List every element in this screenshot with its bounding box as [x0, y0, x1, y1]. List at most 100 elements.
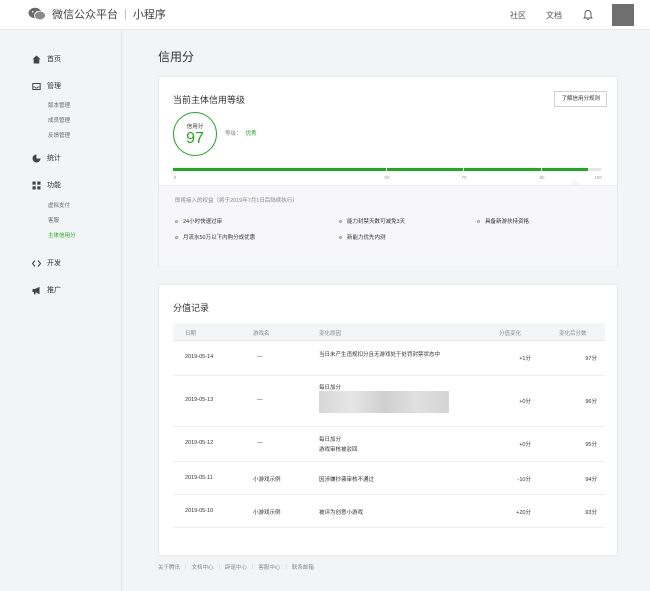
col-score: 变化后分数: [559, 331, 587, 337]
bell-icon[interactable]: [582, 9, 594, 21]
progress-tick: [386, 168, 387, 171]
community-link[interactable]: 社区: [510, 10, 526, 21]
benefit-item: 能力封禁天数可减免3天: [339, 217, 405, 225]
score-value: 97: [186, 130, 204, 147]
score-circle: 信用分 97: [173, 112, 217, 156]
cell-reason-2: 游戏审核被驳回: [319, 447, 358, 453]
blurred-content: [319, 391, 449, 413]
records-card-title: 分值记录: [173, 303, 210, 313]
sidebar-item-label: 首页: [47, 56, 61, 63]
benefits-panel: 即将接入的权益（将于2019年7月1日后陆续执行） 24小时快速过审 能力封禁天…: [159, 185, 617, 266]
avatar[interactable]: [612, 4, 634, 26]
score-label: 信用分: [186, 124, 204, 130]
footer-link-email[interactable]: 联系邮箱: [292, 563, 314, 571]
sidebar-item-label: 统计: [47, 155, 61, 162]
footer-link-docs[interactable]: 文档中心: [191, 563, 213, 571]
cell-game: 小游戏示例: [253, 510, 281, 516]
table-header: 日期 游戏名 变化原因 分值变化 变化后分数: [173, 323, 605, 341]
cell-score: 93分: [585, 510, 597, 516]
page-title: 信用分: [158, 50, 195, 64]
sidebar-item-home[interactable]: 首页: [32, 54, 61, 64]
sidebar-item-promote[interactable]: 推广: [32, 285, 61, 295]
level-label: 等级：: [225, 131, 242, 137]
brand-separator: |: [124, 8, 127, 20]
footer-link-rumor[interactable]: 辟谣中心: [225, 563, 247, 571]
sidebar-sub-customer-service[interactable]: 客服: [48, 216, 59, 224]
grid-icon: [32, 181, 41, 189]
cell-score: 96分: [585, 399, 597, 405]
sidebar-sub-credit-score[interactable]: 主体信用分: [48, 231, 76, 239]
product-name: 小程序: [132, 9, 166, 21]
cell-change: +1分: [519, 356, 531, 362]
level-info: 等级： 优秀: [225, 129, 257, 137]
benefit-label: 24小时快速过审: [183, 219, 223, 225]
footer-link-service[interactable]: 客服中心: [258, 563, 280, 571]
cell-score: 95分: [585, 442, 597, 448]
footer-separator: |: [218, 564, 220, 570]
score-progress-bar: [173, 168, 601, 171]
benefit-label: 能力封禁天数可减免3天: [347, 219, 406, 225]
table-row: 2019-05-12 — 每日加分 游戏审核被驳回 +0分 95分: [173, 428, 605, 462]
benefits-title: 即将接入的权益（将于2019年7月1日后陆续执行）: [175, 198, 298, 204]
brand-name: 微信公众平台: [52, 9, 118, 21]
col-date: 日期: [185, 331, 197, 337]
home-icon: [32, 55, 41, 63]
cell-date: 2019-05-11: [185, 475, 213, 481]
megaphone-icon: [32, 286, 40, 294]
credit-card-title: 当前主体信用等级: [173, 95, 246, 105]
tick-label-100: 100: [594, 175, 602, 180]
cell-game: —: [257, 354, 263, 360]
cell-change: +0分: [519, 442, 531, 448]
docs-link[interactable]: 文档: [546, 10, 562, 21]
wechat-logo-icon: [28, 7, 46, 21]
col-reason: 变化原因: [319, 331, 342, 337]
logo[interactable]: 微信公众平台 | 小程序: [28, 6, 166, 22]
footer-link-about[interactable]: 关于腾讯: [158, 563, 180, 571]
sidebar-item-features[interactable]: 功能: [32, 180, 61, 190]
bullet-icon: [175, 235, 178, 239]
sidebar-item-develop[interactable]: 开发: [32, 258, 61, 268]
cell-change: +20分: [516, 510, 531, 516]
footer-separator: |: [285, 564, 287, 570]
benefit-item: 具备新游扶持资格: [477, 217, 529, 225]
credit-rules-button[interactable]: 了解信用分规则: [554, 91, 607, 107]
sidebar-sub-feedback-manage[interactable]: 反馈管理: [48, 131, 70, 139]
table-row: 2019-05-10 小游戏示例 被评为创意小游戏 +20分 93分: [173, 496, 605, 528]
cell-reason: 每日加分: [319, 385, 342, 391]
sidebar-item-manage[interactable]: 管理: [32, 81, 61, 91]
benefit-label: 具备新游扶持资格: [485, 219, 530, 225]
table-row: 2019-05-14 — 当日未产生违规扣分且无游戏处于处罚封禁状态中 +1分 …: [173, 342, 605, 376]
sidebar-sub-virtual-payment[interactable]: 虚拟支付: [48, 201, 70, 209]
cell-date: 2019-05-14: [185, 354, 214, 360]
cell-reason: 因涉嫌抄袭审核不通过: [319, 477, 375, 483]
table-row: 2019-05-11 小游戏示例 因涉嫌抄袭审核不通过 -10分 94分: [173, 463, 605, 495]
cell-score: 94分: [585, 477, 597, 483]
bullet-icon: [175, 219, 178, 223]
tick-label-70: 70: [461, 175, 467, 180]
tick-label-90: 90: [539, 175, 545, 180]
footer: 关于腾讯 | 文档中心 | 辟谣中心 | 客服中心 | 联系邮箱: [158, 563, 314, 571]
score-records-card: 分值记录 日期 游戏名 变化原因 分值变化 变化后分数 2019-05-14 —…: [158, 284, 618, 556]
sidebar-sub-version-manage[interactable]: 版本管理: [48, 101, 70, 109]
sidebar-item-label: 开发: [47, 260, 61, 267]
footer-separator: |: [251, 564, 254, 570]
level-value: 优秀: [245, 131, 257, 137]
sidebar: 首页 管理 版本管理 成员管理 反馈管理 统计 功能 虚拟支付 客服 主体信用分…: [0, 31, 122, 591]
col-change: 分值变化: [499, 331, 522, 337]
cell-reason: 每日加分: [319, 437, 342, 443]
progress-tick: [541, 168, 542, 171]
cell-game: —: [257, 440, 263, 446]
inbox-icon: [32, 82, 41, 90]
tick-label-0: 0: [173, 175, 177, 180]
sidebar-item-stats[interactable]: 统计: [32, 153, 61, 163]
sidebar-item-label: 管理: [47, 83, 61, 90]
benefit-item: 月流水50万以下内购分成优惠: [175, 233, 255, 241]
progress-tick: [463, 168, 464, 171]
sidebar-sub-member-manage[interactable]: 成员管理: [48, 116, 70, 124]
bullet-icon: [339, 235, 342, 239]
cell-game: 小游戏示例: [253, 477, 281, 483]
benefit-item: 24小时快速过审: [175, 217, 222, 225]
bullet-icon: [339, 219, 342, 223]
col-game: 游戏名: [253, 331, 270, 337]
cell-date: 2019-05-12: [185, 440, 214, 446]
